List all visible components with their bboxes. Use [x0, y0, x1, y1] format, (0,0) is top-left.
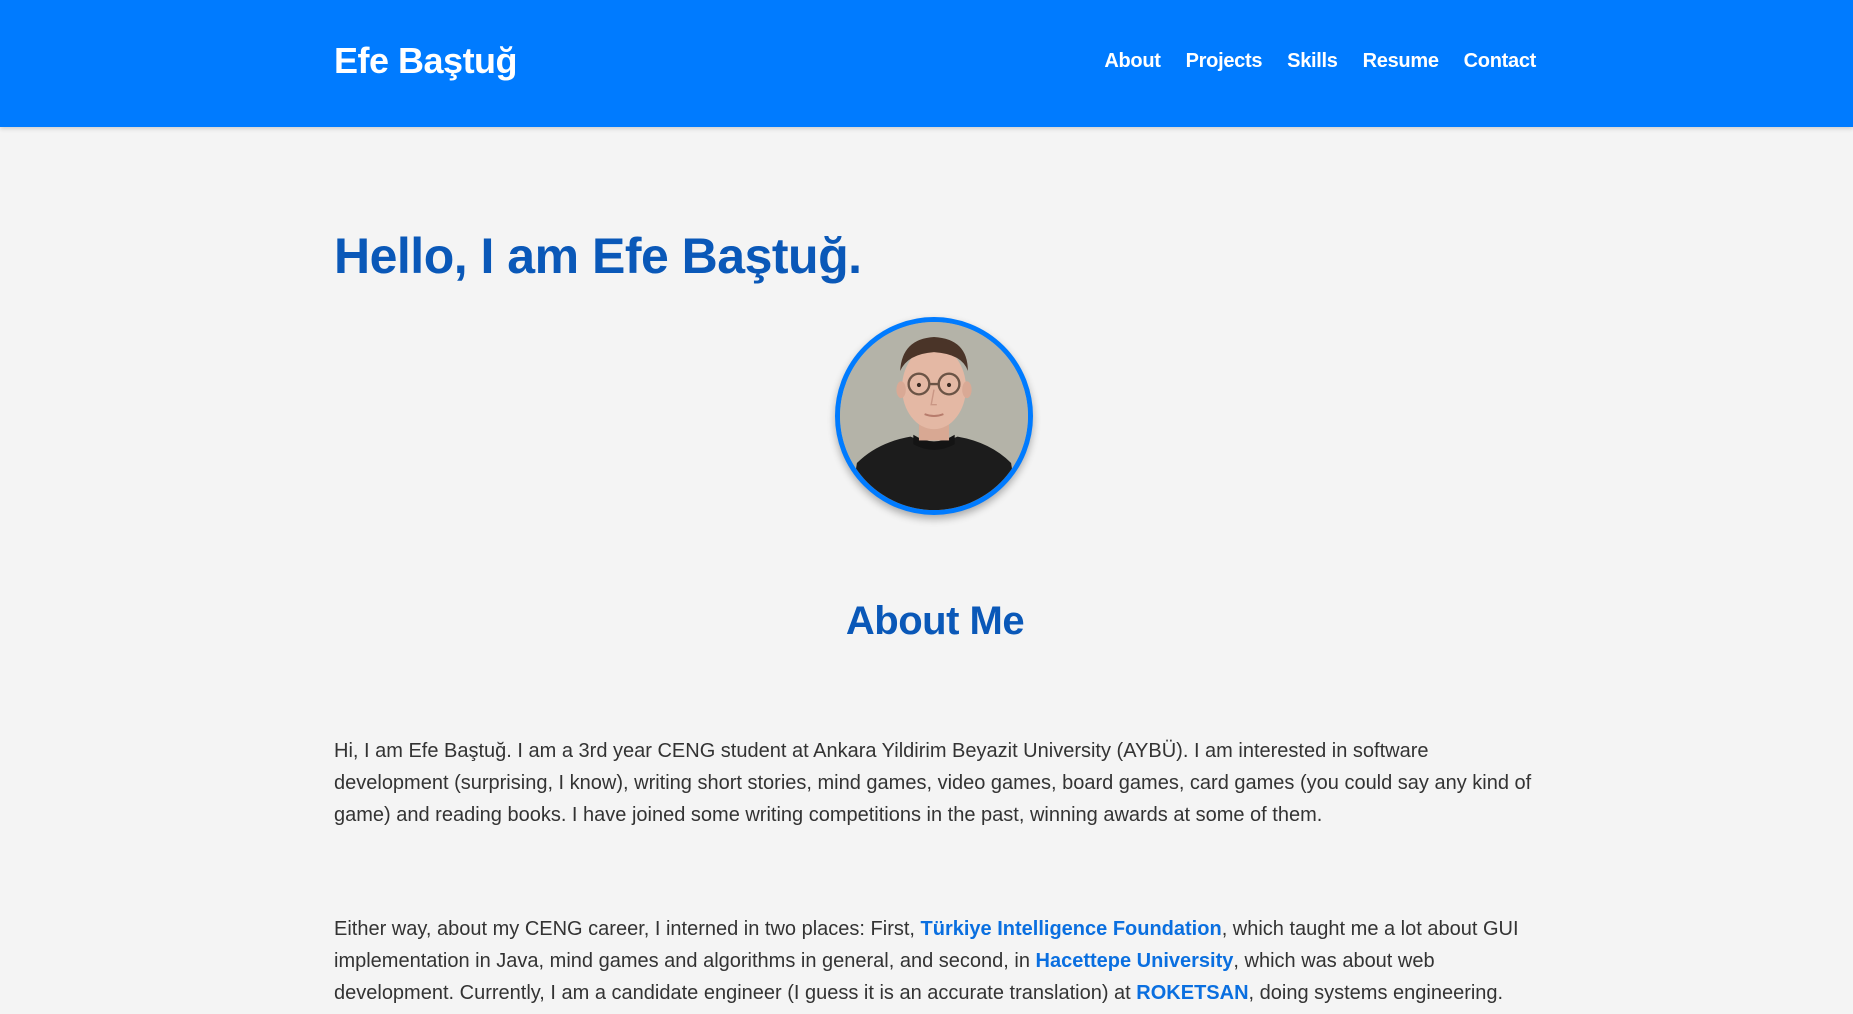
brand-logo-link[interactable]: Efe Baştuğ: [334, 40, 518, 82]
about-paragraph-2: Either way, about my CENG career, I inte…: [334, 913, 1544, 1009]
profile-photo-illustration: [840, 322, 1028, 510]
about-paragraph-2-text-1: Either way, about my CENG career, I inte…: [334, 918, 921, 940]
about-paragraph-2-text-4: , doing systems engineering.: [1248, 982, 1504, 1004]
nav-link-about[interactable]: About: [1104, 50, 1161, 73]
about-me-heading: About Me: [845, 599, 1025, 643]
nav-link-resume[interactable]: Resume: [1363, 50, 1439, 73]
about-paragraph-1: Hi, I am Efe Baştuğ. I am a 3rd year CEN…: [334, 740, 1532, 826]
nav-link-skills[interactable]: Skills: [1287, 50, 1338, 73]
profile-photo: [835, 317, 1033, 515]
nav-links: About Projects Skills Resume Contact: [1104, 50, 1536, 73]
link-hacettepe-university[interactable]: Hacettepe University: [1036, 950, 1234, 972]
nav-link-projects[interactable]: Projects: [1186, 50, 1263, 73]
link-turkiye-intelligence-foundation[interactable]: Türkiye Intelligence Foundation: [921, 918, 1222, 940]
link-roketsan[interactable]: ROKETSAN: [1136, 982, 1248, 1004]
hero-title: Hello, I am Efe Baştuğ.: [334, 228, 862, 284]
nav-link-contact[interactable]: Contact: [1464, 50, 1537, 73]
navbar: Efe Baştuğ About Projects Skills Resume …: [0, 0, 1853, 127]
navbar-inner: Efe Baştuğ About Projects Skills Resume …: [334, 0, 1536, 122]
